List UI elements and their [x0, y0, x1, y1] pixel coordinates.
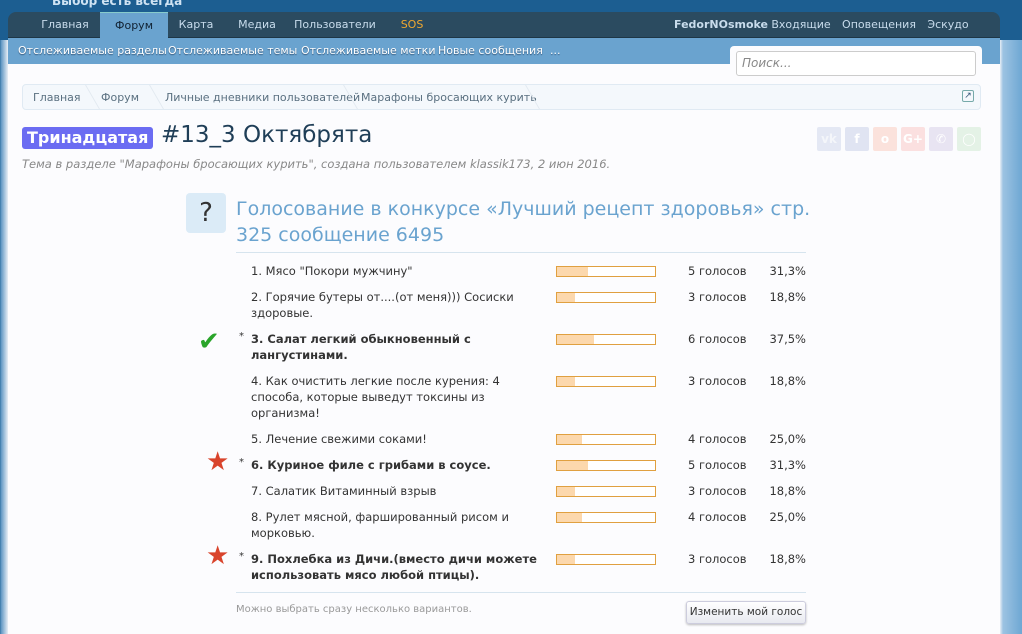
poll-option-text: 9. Похлебка из Дичи.(вместо дичи можете … [251, 552, 537, 582]
poll-vote-count: 5 голосов [688, 458, 747, 472]
poll-option-text: 3. Салат легкий обыкновенный с лангустин… [251, 332, 471, 362]
poll-option-text: 1. Мясо "Покори мужчину" [251, 264, 413, 278]
logout-link[interactable]: Эскудо [922, 12, 974, 38]
user-menu[interactable]: FedorNOsmoke [674, 12, 768, 38]
divider [236, 592, 806, 593]
poll-result-fill [557, 293, 576, 302]
poll-percent: 18,8% [769, 552, 806, 566]
tab-users[interactable]: Пользователи [290, 12, 380, 38]
poll-result-fill [557, 487, 576, 496]
poll-result-fill [557, 435, 582, 444]
poll-result-fill [557, 461, 588, 470]
tab-sos[interactable]: SOS [392, 12, 432, 38]
poll-result-fill [557, 335, 594, 344]
poll-question-icon: ? [186, 193, 226, 233]
poll-vote-count: 6 голосов [688, 332, 747, 346]
poll-result-fill [557, 267, 588, 276]
my-vote-marker: * [239, 457, 244, 468]
subnav-more[interactable]: ... [550, 44, 561, 57]
poll-option-text: 4. Как очистить легкие после курения: 4 … [251, 374, 500, 420]
poll-result-bar [556, 512, 656, 523]
poll-result-bar [556, 434, 656, 445]
poll-percent: 18,8% [769, 290, 806, 304]
change-vote-button[interactable]: Изменить мой голос [686, 601, 806, 624]
poll-percent: 37,5% [769, 332, 806, 346]
poll-vote-count: 4 голосов [688, 432, 747, 446]
poll-result-fill [557, 513, 582, 522]
search-input[interactable]: Поиск... [736, 51, 976, 76]
poll-percent: 31,3% [769, 264, 806, 278]
main-nav: Главная Форум Карта Медиа Пользователи S… [8, 12, 1000, 38]
breadcrumb-separator [140, 85, 164, 109]
poll-percent: 25,0% [769, 432, 806, 446]
thread-prefix[interactable]: Тринадцатая [22, 127, 154, 149]
external-link-icon[interactable]: ↗ [962, 90, 974, 102]
poll-title: Голосование в конкурсе «Лучший рецепт зд… [236, 198, 811, 246]
poll-percent: 31,3% [769, 458, 806, 472]
subnav-watched-tags[interactable]: Отслеживаемые метки [301, 44, 435, 57]
tab-media[interactable]: Медиа [224, 12, 290, 38]
poll-hint: Можно выбрать сразу несколько вариантов. [236, 604, 472, 615]
subnav-watched-threads[interactable]: Отслеживаемые темы [168, 44, 297, 57]
site-slogan: Выбор есть всегда [52, 0, 183, 8]
poll-option-text: 2. Горячие бутеры от....(от меня))) Соси… [251, 290, 514, 320]
subnav-watched-forums[interactable]: Отслеживаемые разделы [18, 44, 167, 57]
poll-vote-count: 4 голосов [688, 510, 747, 524]
poll-percent: 25,0% [769, 510, 806, 524]
breadcrumb: Главная Форум Личные дневники пользовате… [22, 84, 981, 110]
poll-result-bar [556, 266, 656, 277]
star-icon: ★ [206, 447, 230, 477]
my-vote-marker: * [239, 331, 244, 342]
inbox-link[interactable]: Входящие [768, 12, 834, 38]
viber-icon[interactable]: ✆ [929, 127, 953, 151]
vk-icon[interactable]: vk [817, 127, 841, 151]
poll-percent: 18,8% [769, 374, 806, 388]
poll-result-fill [557, 377, 576, 386]
poll-vote-count: 5 голосов [688, 264, 747, 278]
poll-result-bar [556, 376, 656, 387]
tab-forum[interactable]: Форум [100, 12, 168, 38]
breadcrumb-diaries[interactable]: Личные дневники пользователей [165, 91, 360, 104]
star-icon: ★ [206, 541, 230, 571]
poll-vote-count: 3 голосов [688, 290, 747, 304]
poll-option-text: 6. Куриное филе с грибами в соусе. [251, 458, 491, 472]
poll-result-bar [556, 292, 656, 303]
poll-result-bar [556, 554, 656, 565]
facebook-icon[interactable]: f [845, 127, 869, 151]
google-plus-icon[interactable]: G+ [901, 127, 925, 151]
poll-result-bar [556, 334, 656, 345]
tab-map[interactable]: Карта [168, 12, 224, 38]
thread-meta: Тема в разделе "Марафоны бросающих курит… [22, 157, 611, 171]
subnav-new-posts[interactable]: Новые сообщения [438, 44, 543, 57]
breadcrumb-home[interactable]: Главная [33, 91, 81, 104]
poll-vote-count: 3 голосов [688, 374, 747, 388]
poll-option-text: 5. Лечение свежими соками! [251, 432, 427, 446]
whatsapp-icon[interactable]: ◯ [957, 127, 981, 151]
poll-result-fill [557, 555, 576, 564]
divider [236, 252, 806, 253]
breadcrumb-forum[interactable]: Форум [101, 91, 139, 104]
breadcrumb-marathons[interactable]: Марафоны бросающих курить [361, 91, 537, 104]
poll-option-text: 7. Салатик Витаминный взрыв [251, 484, 437, 498]
checkmark-icon: ✔ [198, 327, 220, 357]
poll-result-bar [556, 486, 656, 497]
my-vote-marker: * [239, 551, 244, 562]
poll-option-text: 8. Рулет мясной, фаршированный рисом и м… [251, 510, 509, 540]
odnoklassniki-icon[interactable]: о [873, 127, 897, 151]
page-title: #13_3 Октябрята [161, 122, 373, 148]
poll-vote-count: 3 голосов [688, 552, 747, 566]
poll-vote-count: 3 голосов [688, 484, 747, 498]
poll-result-bar [556, 460, 656, 471]
tab-home[interactable]: Главная [30, 12, 100, 38]
alerts-link[interactable]: Оповещения [842, 12, 916, 38]
poll-percent: 18,8% [769, 484, 806, 498]
